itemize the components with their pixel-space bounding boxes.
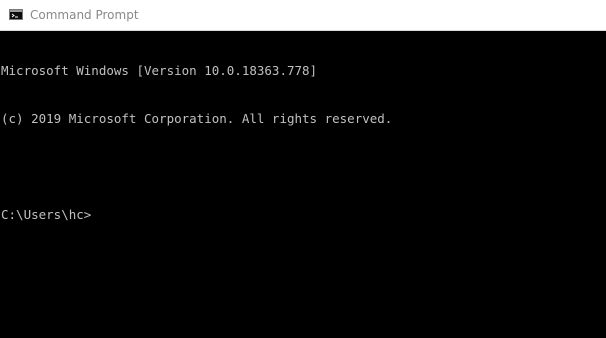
version-line: Microsoft Windows [Version 10.0.18363.77… — [1, 63, 318, 78]
console-output[interactable]: Microsoft Windows [Version 10.0.18363.77… — [1, 31, 605, 338]
prompt-line[interactable]: C:\Users\hc> — [1, 207, 605, 223]
command-prompt-path: C:\Users\hc> — [1, 207, 92, 222]
cmd-icon — [9, 9, 23, 20]
window-title: Command Prompt — [30, 8, 139, 22]
copyright-line: (c) 2019 Microsoft Corporation. All righ… — [1, 111, 393, 126]
title-bar[interactable]: Command Prompt — [0, 0, 606, 31]
command-prompt-window: Command Prompt Microsoft Windows [Versio… — [0, 0, 606, 338]
